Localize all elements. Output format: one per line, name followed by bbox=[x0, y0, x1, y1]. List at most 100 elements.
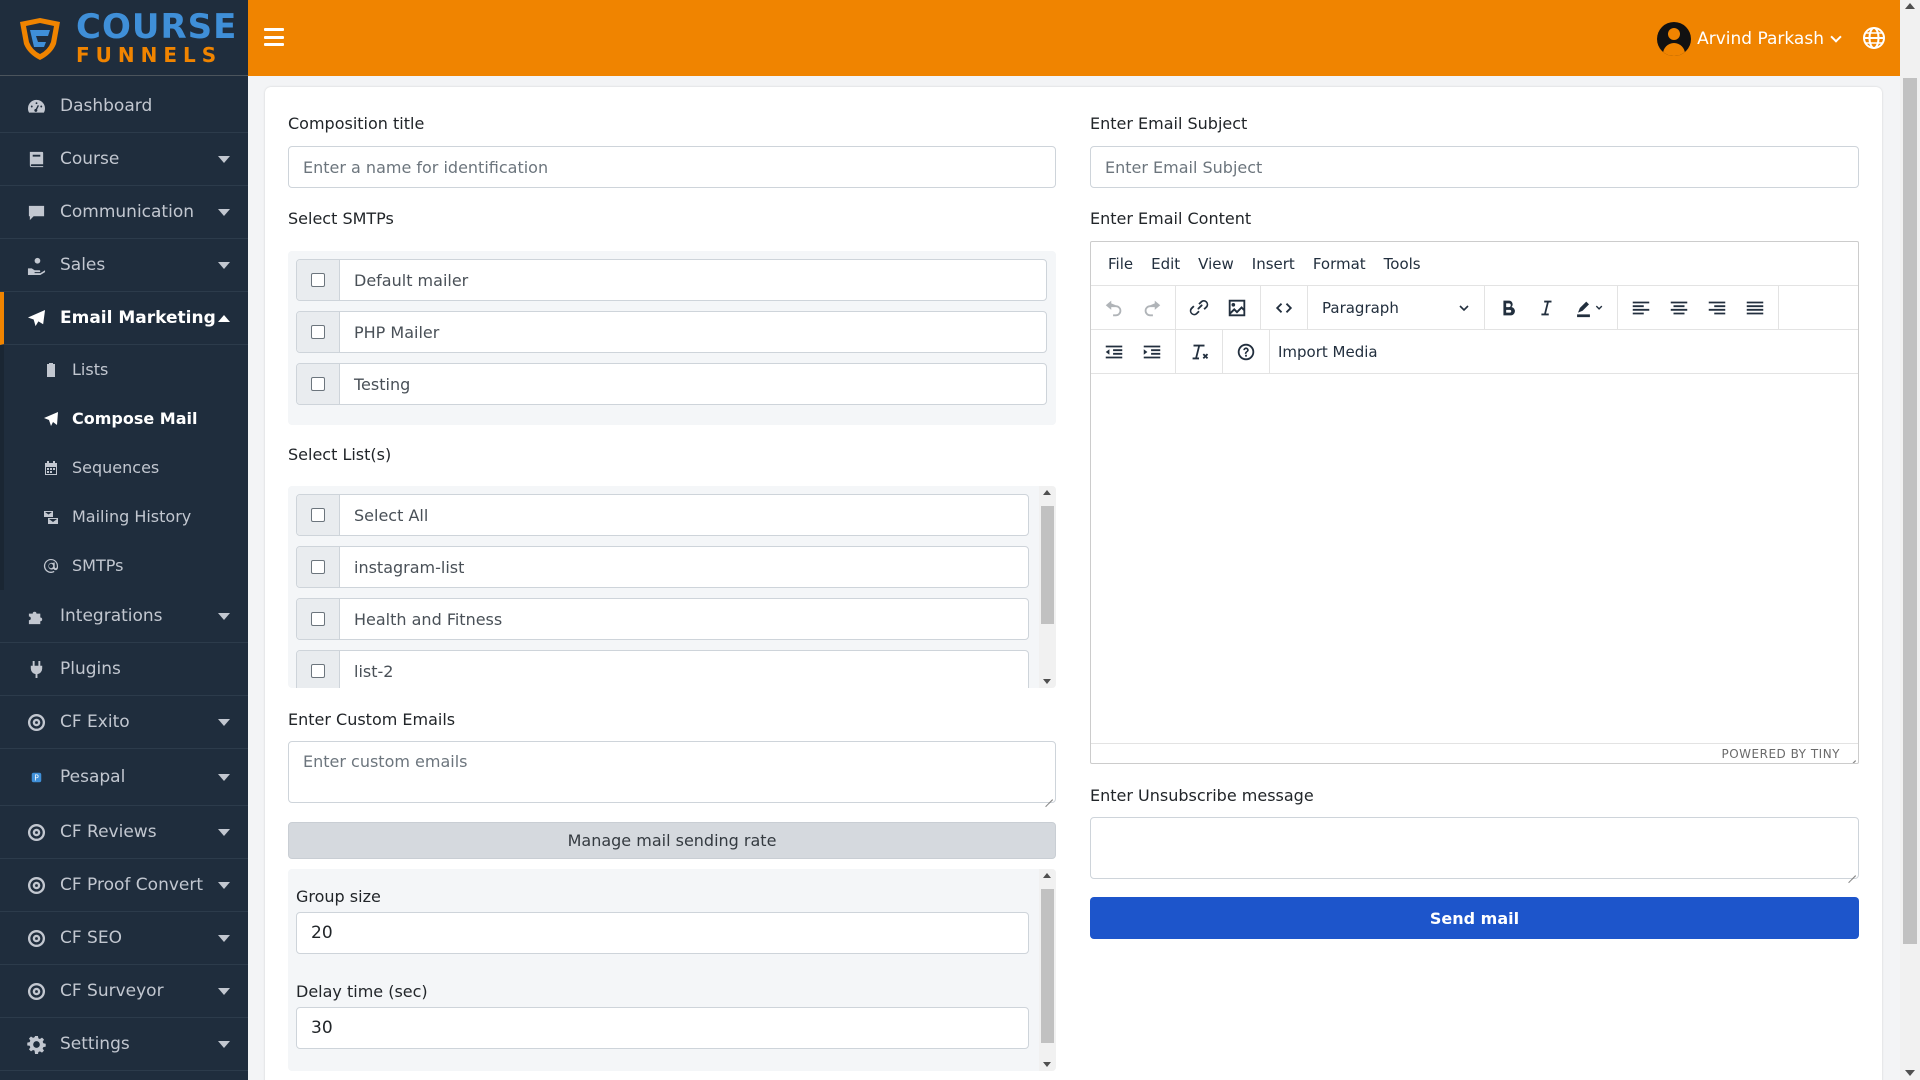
sidebar-item-smtps[interactable]: SMTPs bbox=[4, 541, 248, 590]
scroll-down-arrow-icon[interactable] bbox=[1905, 1070, 1915, 1076]
block-format-select[interactable]: Paragraph bbox=[1312, 291, 1480, 325]
sidebar-item-lists[interactable]: Lists bbox=[4, 345, 248, 394]
hamburger-menu-icon[interactable] bbox=[264, 28, 284, 46]
scroll-down-arrow-icon[interactable] bbox=[1043, 679, 1051, 684]
menu-insert[interactable]: Insert bbox=[1243, 255, 1304, 273]
redo-icon[interactable] bbox=[1133, 291, 1171, 325]
checkbox[interactable] bbox=[297, 547, 340, 587]
list-option[interactable]: instagram-list bbox=[296, 546, 1029, 588]
smtp-option[interactable]: PHP Mailer bbox=[296, 311, 1047, 353]
sending-rate-panel: Group size 20 Delay time (sec) 30 bbox=[288, 869, 1056, 1071]
sidebar-item-plugins[interactable]: Plugins bbox=[0, 643, 248, 696]
sidebar-label: Email Marketing bbox=[60, 308, 216, 328]
manage-sending-rate-button[interactable]: Manage mail sending rate bbox=[288, 822, 1056, 859]
scrollbar-thumb[interactable] bbox=[1041, 506, 1054, 624]
scrollbar-thumb[interactable] bbox=[1903, 78, 1917, 944]
group-size-label: Group size bbox=[296, 887, 381, 906]
menu-file[interactable]: File bbox=[1099, 255, 1142, 273]
sidebar-item-compose-mail[interactable]: Compose Mail bbox=[4, 394, 248, 443]
globe-icon[interactable] bbox=[1862, 26, 1886, 50]
list-option-label: instagram-list bbox=[340, 547, 1028, 587]
align-right-icon[interactable] bbox=[1698, 291, 1736, 325]
scroll-down-arrow-icon[interactable] bbox=[1043, 1062, 1051, 1067]
checkbox[interactable] bbox=[297, 364, 340, 404]
checkbox[interactable] bbox=[297, 495, 340, 535]
send-mail-button[interactable]: Send mail bbox=[1090, 897, 1859, 939]
scroll-up-arrow-icon[interactable] bbox=[1043, 873, 1051, 878]
sidebar-item-course[interactable]: Course bbox=[0, 133, 248, 186]
list-option[interactable]: Health and Fitness bbox=[296, 598, 1029, 640]
unsubscribe-message-textarea[interactable] bbox=[1090, 817, 1859, 879]
scroll-up-arrow-icon[interactable] bbox=[1905, 3, 1915, 9]
sidebar-label: Integrations bbox=[60, 606, 163, 626]
menu-edit[interactable]: Edit bbox=[1142, 255, 1189, 273]
checkbox[interactable] bbox=[297, 651, 340, 688]
plug-icon bbox=[26, 659, 46, 679]
caret-down-icon bbox=[218, 262, 230, 269]
align-left-icon[interactable] bbox=[1622, 291, 1660, 325]
custom-emails-textarea[interactable]: Enter custom emails bbox=[288, 741, 1056, 803]
checkbox[interactable] bbox=[297, 260, 340, 300]
align-center-icon[interactable] bbox=[1660, 291, 1698, 325]
sidebar-item-cf-surveyor[interactable]: CF Surveyor bbox=[0, 965, 248, 1018]
sidebar-item-settings[interactable]: Settings bbox=[0, 1018, 248, 1071]
bold-icon[interactable] bbox=[1489, 291, 1527, 325]
import-media-button[interactable]: Import Media bbox=[1270, 343, 1386, 361]
calendar-icon bbox=[42, 459, 60, 477]
email-marketing-submenu: Lists Compose Mail Sequences Mailing His… bbox=[0, 345, 248, 590]
sidebar-item-cf-proof-convert[interactable]: CF Proof Convert bbox=[0, 859, 248, 912]
sidebar-item-cf-seo[interactable]: CF SEO bbox=[0, 912, 248, 965]
menu-format[interactable]: Format bbox=[1304, 255, 1375, 273]
sidebar-label: Dashboard bbox=[60, 96, 152, 116]
help-icon[interactable] bbox=[1227, 335, 1265, 369]
clear-formatting-icon[interactable] bbox=[1180, 335, 1218, 369]
email-subject-input[interactable]: Enter Email Subject bbox=[1090, 146, 1859, 188]
list-option[interactable]: list-2 bbox=[296, 650, 1029, 688]
menu-tools[interactable]: Tools bbox=[1375, 255, 1430, 273]
lists-scrollbar[interactable] bbox=[1039, 486, 1056, 688]
resize-handle-icon[interactable] bbox=[1045, 792, 1053, 800]
group-size-input[interactable]: 20 bbox=[296, 912, 1029, 954]
scrollbar-thumb[interactable] bbox=[1041, 889, 1054, 1043]
list-option[interactable]: Select All bbox=[296, 494, 1029, 536]
highlight-color-icon[interactable] bbox=[1565, 291, 1613, 325]
powered-by-tiny[interactable]: POWERED BY TINY bbox=[1722, 747, 1841, 761]
sidebar-item-sales[interactable]: Sales bbox=[0, 239, 248, 292]
checkbox[interactable] bbox=[297, 312, 340, 352]
composition-title-input[interactable]: Enter a name for identification bbox=[288, 146, 1056, 188]
smtp-option[interactable]: Testing bbox=[296, 363, 1047, 405]
rate-scrollbar[interactable] bbox=[1039, 869, 1056, 1071]
sidebar-item-communication[interactable]: Communication bbox=[0, 186, 248, 239]
caret-down-icon bbox=[218, 209, 230, 216]
align-justify-icon[interactable] bbox=[1736, 291, 1774, 325]
user-avatar-icon bbox=[1657, 22, 1691, 56]
sidebar-item-dashboard[interactable]: Dashboard bbox=[0, 80, 248, 133]
resize-handle-icon[interactable] bbox=[1848, 868, 1856, 876]
user-menu[interactable]: Arvind Parkash bbox=[1657, 22, 1840, 56]
menu-view[interactable]: View bbox=[1189, 255, 1243, 273]
page-scrollbar[interactable] bbox=[1900, 0, 1920, 1080]
smtp-option[interactable]: Default mailer bbox=[296, 259, 1047, 301]
user-name: Arvind Parkash bbox=[1697, 29, 1824, 49]
link-icon[interactable] bbox=[1180, 291, 1218, 325]
image-icon[interactable] bbox=[1218, 291, 1256, 325]
undo-icon[interactable] bbox=[1095, 291, 1133, 325]
sidebar-item-mailing-history[interactable]: Mailing History bbox=[4, 492, 248, 541]
sidebar-label: Communication bbox=[60, 202, 194, 222]
delay-time-input[interactable]: 30 bbox=[296, 1007, 1029, 1049]
sidebar-item-cf-reviews[interactable]: CF Reviews bbox=[0, 806, 248, 859]
source-code-icon[interactable] bbox=[1265, 291, 1303, 325]
brand[interactable]: COURSE FUNNELS bbox=[0, 0, 248, 76]
sidebar-item-integrations[interactable]: Integrations bbox=[0, 590, 248, 643]
sidebar-item-email-marketing[interactable]: Email Marketing bbox=[0, 292, 248, 345]
sidebar-item-cf-exito[interactable]: CF Exito bbox=[0, 696, 248, 749]
scroll-up-arrow-icon[interactable] bbox=[1043, 490, 1051, 495]
sidebar-item-pesapal[interactable]: P Pesapal bbox=[0, 749, 248, 806]
checkbox[interactable] bbox=[297, 599, 340, 639]
editor-content-area[interactable] bbox=[1091, 374, 1858, 743]
resize-handle-icon[interactable] bbox=[1848, 753, 1856, 761]
indent-icon[interactable] bbox=[1133, 335, 1171, 369]
sidebar-item-sequences[interactable]: Sequences bbox=[4, 443, 248, 492]
outdent-icon[interactable] bbox=[1095, 335, 1133, 369]
italic-icon[interactable] bbox=[1527, 291, 1565, 325]
